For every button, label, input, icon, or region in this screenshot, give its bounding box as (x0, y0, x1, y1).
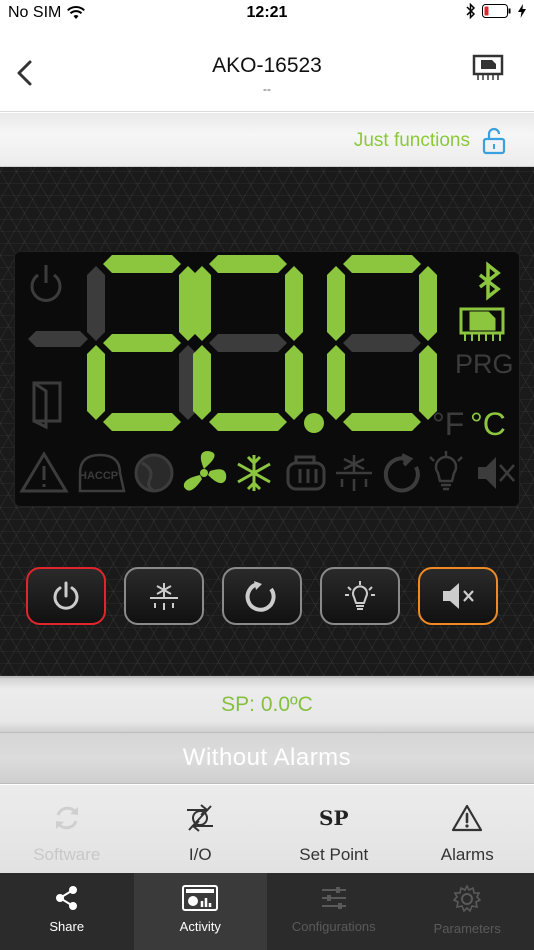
segment-e (327, 345, 345, 420)
battery-icon (482, 4, 511, 18)
hardware-button-row (0, 567, 534, 627)
defrost-button[interactable] (124, 567, 204, 625)
tab-io-label: I/O (188, 845, 212, 864)
refresh-button[interactable] (222, 567, 302, 625)
tab-activity-label: Activity (179, 919, 221, 934)
mute-icon (443, 583, 474, 609)
tab-software[interactable]: Software (0, 785, 134, 873)
segment-d (103, 413, 181, 431)
segment-c (285, 345, 303, 420)
fahrenheit-label: °F (432, 406, 464, 442)
svg-text:HACCP: HACCP (79, 470, 118, 482)
lcd-svg: PRG °F °C HACCP (19, 255, 515, 493)
bluetooth-icon (466, 3, 476, 19)
lcd-decimal-point (304, 413, 324, 433)
segment-e (193, 345, 211, 420)
segment-b (285, 266, 303, 341)
setpoint-bar: SP: 0.0ºC (0, 676, 534, 732)
activity-icon (182, 885, 219, 911)
power-icon (53, 581, 79, 610)
prg-label: PRG (455, 349, 514, 379)
lcd-snowflake-icon (237, 455, 271, 491)
lcd-defrost-icon (336, 455, 372, 491)
segment-a (103, 255, 181, 273)
lcd-digit-1 (87, 255, 197, 431)
door-icon (32, 381, 62, 430)
alarm-status-bar: Without Alarms (0, 732, 534, 784)
segment-f (193, 266, 211, 341)
segment-a (343, 255, 421, 273)
sp-icon: SP (319, 806, 349, 830)
lcd-power-icon (30, 265, 62, 302)
lcd-haccp-icon: HACCP (78, 453, 126, 493)
controller-panel: PRG °F °C HACCP (0, 167, 534, 676)
unlock-icon[interactable] (482, 127, 506, 155)
tab-share[interactable]: Share (0, 873, 134, 950)
tab-parameters-label: Parameters (433, 921, 501, 936)
segment-f (87, 266, 105, 341)
lcd-display: PRG °F °C HACCP (14, 251, 520, 507)
alarm-status-text: Without Alarms (182, 744, 352, 771)
clock: 12:21 (246, 4, 288, 21)
sync-icon (55, 806, 78, 830)
tab-configurations[interactable]: Configurations (267, 873, 401, 950)
lcd-fan-icon (183, 451, 227, 491)
sliders-icon (321, 887, 346, 909)
lcd-digit-2 (193, 255, 303, 431)
lcd-mute-icon (478, 457, 515, 489)
lcd-refresh-icon (383, 453, 420, 493)
segment-g (343, 334, 421, 352)
nav-bar: AKO-16523 -- (0, 26, 534, 112)
tab-alarms-label: Alarms (440, 845, 494, 864)
charging-icon (518, 4, 526, 18)
tab-set-point-label: Set Point (299, 845, 369, 864)
segment-d (343, 413, 421, 431)
celsius-label: °C (470, 406, 506, 442)
lcd-bluetooth-icon (478, 261, 501, 301)
light-button[interactable] (320, 567, 400, 625)
light-icon (345, 581, 375, 610)
warning-icon (452, 804, 483, 832)
refresh-icon (245, 581, 276, 612)
defrost-icon (150, 583, 178, 610)
tab-parameters[interactable]: Parameters (401, 873, 534, 950)
lcd-device-icon (459, 307, 505, 341)
setpoint-value: SP: 0.0ºC (221, 693, 313, 716)
lcd-globe-icon (134, 453, 174, 493)
segment-f (327, 266, 345, 341)
segment-e (87, 345, 105, 420)
functions-strip: Just functions (0, 113, 534, 167)
segment-g (103, 334, 181, 352)
page-title: AKO-16523 (212, 54, 322, 77)
segment-d (209, 413, 287, 431)
just-functions-label[interactable]: Just functions (354, 130, 470, 152)
gear-icon (453, 885, 482, 913)
device-icon[interactable] (472, 54, 506, 84)
power-button[interactable] (26, 567, 106, 625)
mute-button[interactable] (418, 567, 498, 625)
status-bar: No SIM 12:21 (0, 0, 534, 26)
function-tabs: Software I/O SP Set Point Alarms (0, 785, 534, 873)
tab-alarms[interactable]: Alarms (401, 785, 534, 873)
tab-io[interactable]: I/O (134, 785, 268, 873)
page-subtitle: -- (263, 82, 271, 96)
segment-g (209, 334, 287, 352)
lcd-compressor-icon (286, 455, 326, 491)
tab-activity[interactable]: Activity (133, 873, 267, 950)
status-right (466, 3, 526, 19)
tab-set-point[interactable]: SP Set Point (267, 785, 401, 873)
lcd-alarm-icon (19, 451, 69, 493)
tab-software-label: Software (33, 845, 101, 864)
lcd-digit-3 (327, 255, 437, 431)
lcd-minus-segment (28, 331, 88, 347)
lcd-light-icon (429, 451, 463, 491)
bottom-tab-bar: Share Activity Configurations Parameters (0, 873, 534, 950)
share-icon (55, 886, 77, 910)
segment-b (419, 266, 437, 341)
tab-configurations-label: Configurations (291, 919, 376, 934)
tab-share-label: Share (49, 919, 85, 934)
io-icon (187, 804, 214, 832)
segment-a (209, 255, 287, 273)
